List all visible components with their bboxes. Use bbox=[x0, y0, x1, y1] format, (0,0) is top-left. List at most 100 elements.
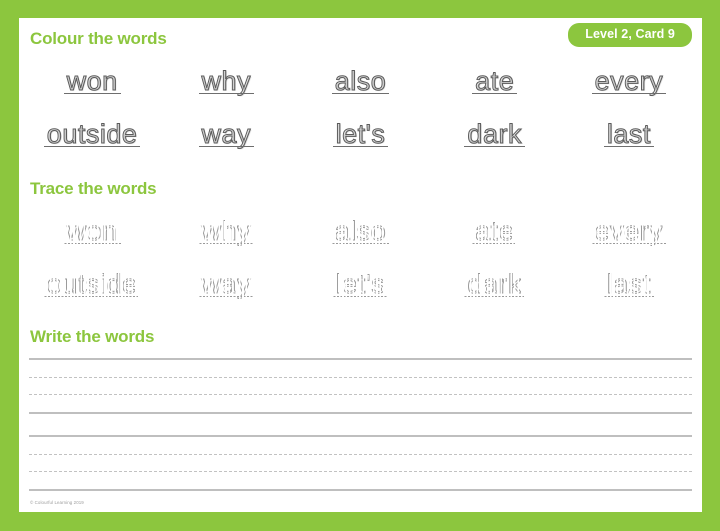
writing-line-solid-bottom bbox=[29, 412, 692, 414]
colour-word: ate bbox=[472, 66, 518, 97]
trace-word: ate bbox=[471, 214, 519, 248]
word-baseline-rule bbox=[198, 146, 255, 147]
trace-word: let's bbox=[331, 267, 390, 301]
word-cell: ate bbox=[428, 66, 562, 119]
trace-word-text: won bbox=[66, 216, 118, 247]
word-baseline-rule bbox=[331, 93, 390, 94]
colour-word: why bbox=[198, 66, 255, 97]
writing-area bbox=[29, 358, 692, 491]
word-cell: won bbox=[25, 66, 159, 119]
word-cell: why bbox=[159, 214, 293, 269]
trace-word: outside bbox=[42, 267, 142, 301]
word-cell: way bbox=[159, 119, 293, 172]
word-baseline-rule bbox=[198, 296, 255, 297]
trace-word: last bbox=[602, 267, 655, 301]
colour-word-text: won bbox=[66, 66, 118, 97]
colour-word-text: dark bbox=[467, 119, 522, 150]
colour-word: last bbox=[603, 119, 654, 150]
trace-word-text: every bbox=[594, 216, 664, 247]
trace-word-text: dark bbox=[467, 269, 522, 300]
colour-word: won bbox=[63, 66, 121, 97]
word-baseline-rule bbox=[63, 93, 121, 94]
colour-word-text: ate bbox=[475, 66, 515, 97]
word-baseline-rule bbox=[591, 243, 667, 244]
word-baseline-rule bbox=[464, 146, 525, 147]
colour-word: let's bbox=[332, 119, 389, 150]
word-baseline-rule bbox=[63, 243, 121, 244]
section-heading-colour: Colour the words bbox=[30, 29, 167, 48]
writing-band bbox=[29, 435, 692, 491]
trace-word-text: way bbox=[201, 269, 252, 300]
trace-word-text: also bbox=[334, 216, 387, 247]
trace-word-text: let's bbox=[335, 269, 386, 300]
worksheet-page: Colour the words Level 2, Card 9 won why… bbox=[0, 0, 720, 531]
word-cell: every bbox=[562, 66, 696, 119]
worksheet-card: Colour the words Level 2, Card 9 won why… bbox=[19, 18, 702, 512]
word-cell: dark bbox=[428, 119, 562, 172]
trace-word: way bbox=[197, 267, 256, 301]
trace-word: won bbox=[62, 214, 122, 248]
writing-line-solid-bottom bbox=[29, 489, 692, 491]
trace-word: dark bbox=[463, 267, 526, 301]
word-baseline-rule bbox=[43, 146, 141, 147]
word-baseline-rule bbox=[603, 146, 654, 147]
word-cell: every bbox=[562, 214, 696, 269]
colour-word: every bbox=[591, 66, 667, 97]
word-cell: outside bbox=[25, 119, 159, 172]
colour-word-text: why bbox=[201, 66, 252, 97]
trace-word: why bbox=[197, 214, 256, 248]
word-baseline-rule bbox=[198, 93, 255, 94]
word-baseline-rule bbox=[472, 93, 518, 94]
word-cell: way bbox=[159, 267, 293, 322]
trace-word-text: why bbox=[201, 216, 252, 247]
word-baseline-rule bbox=[198, 243, 255, 244]
colour-word-text: last bbox=[606, 119, 651, 150]
word-baseline-rule bbox=[332, 146, 389, 147]
word-cell: last bbox=[562, 119, 696, 172]
band-gap bbox=[29, 414, 692, 435]
word-baseline-rule bbox=[591, 93, 667, 94]
word-baseline-rule bbox=[332, 296, 389, 297]
section-heading-write: Write the words bbox=[30, 327, 155, 346]
trace-word-text: outside bbox=[46, 269, 138, 300]
copyright-footer: © Colourful Learning 2019 bbox=[30, 499, 84, 505]
word-cell: also bbox=[293, 66, 427, 119]
colour-word-grid: won why also ate every outside way let's… bbox=[25, 66, 696, 172]
colour-word-text: way bbox=[201, 119, 252, 150]
trace-word: every bbox=[590, 214, 668, 248]
word-cell: also bbox=[293, 214, 427, 269]
colour-word-text: also bbox=[334, 66, 387, 97]
trace-word-grid: won why also ate every outside way let's… bbox=[25, 214, 696, 322]
level-card-badge: Level 2, Card 9 bbox=[568, 23, 692, 47]
word-baseline-rule bbox=[331, 243, 390, 244]
word-cell: let's bbox=[293, 267, 427, 322]
colour-word: outside bbox=[43, 119, 141, 150]
trace-word-text: last bbox=[606, 269, 651, 300]
word-baseline-rule bbox=[43, 296, 141, 297]
colour-word: way bbox=[198, 119, 255, 150]
colour-word: dark bbox=[464, 119, 525, 150]
word-cell: outside bbox=[25, 267, 159, 322]
colour-word-text: outside bbox=[46, 119, 138, 150]
writing-band bbox=[29, 358, 692, 414]
colour-word-text: let's bbox=[335, 119, 386, 150]
colour-word: also bbox=[331, 66, 390, 97]
word-cell: dark bbox=[428, 267, 562, 322]
word-cell: last bbox=[562, 267, 696, 322]
word-cell: let's bbox=[293, 119, 427, 172]
trace-word: also bbox=[330, 214, 391, 248]
trace-word-text: ate bbox=[475, 216, 515, 247]
word-baseline-rule bbox=[464, 296, 525, 297]
colour-word-text: every bbox=[594, 66, 664, 97]
word-baseline-rule bbox=[472, 243, 518, 244]
word-baseline-rule bbox=[603, 296, 654, 297]
word-cell: why bbox=[159, 66, 293, 119]
word-cell: ate bbox=[428, 214, 562, 269]
word-cell: won bbox=[25, 214, 159, 269]
section-heading-trace: Trace the words bbox=[30, 179, 157, 198]
